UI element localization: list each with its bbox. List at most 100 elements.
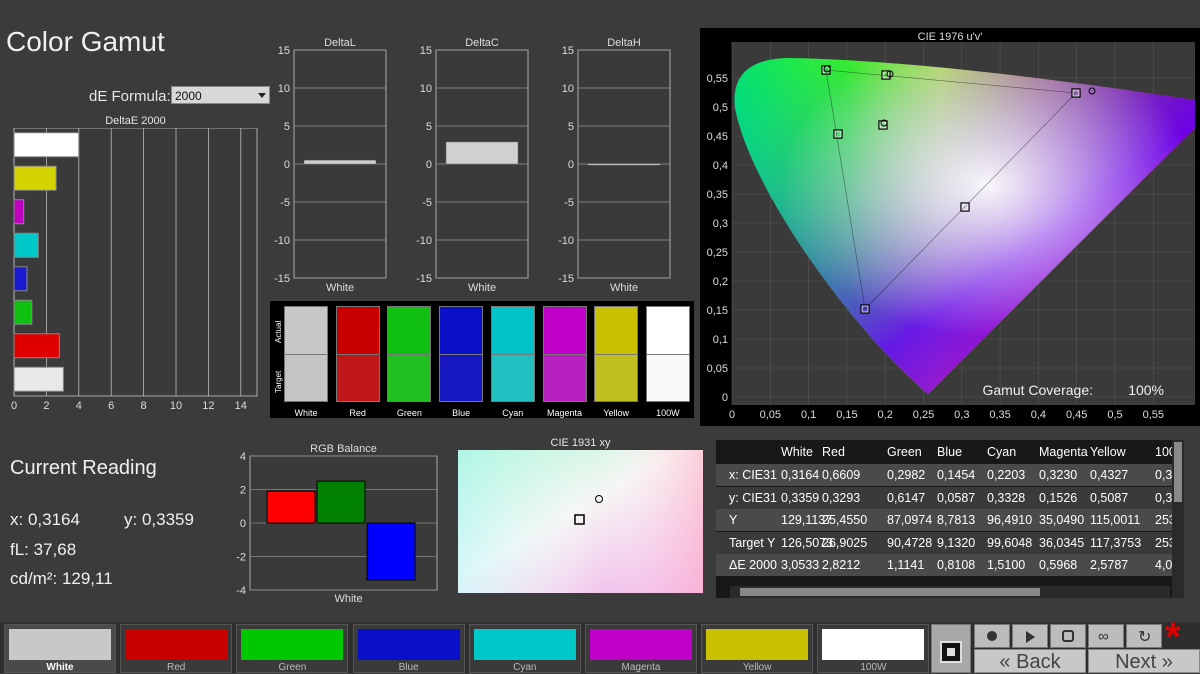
cie1976-x-tick: 0,2: [878, 409, 893, 421]
table-header-cell: Blue: [937, 445, 963, 459]
tab-100w[interactable]: 100W: [817, 624, 930, 673]
tab-label: Yellow: [742, 662, 772, 673]
swatch-label: 100W: [656, 408, 680, 418]
table-cell: 25,4550: [822, 513, 868, 527]
deltae-tick-label: 10: [170, 400, 182, 412]
gamut-coverage-label: Gamut Coverage:: [983, 382, 1094, 398]
cie1976-y-tick: 0: [722, 392, 728, 404]
table-cell: 0,31: [1155, 468, 1172, 482]
rgb-bar: [316, 480, 366, 524]
table-header-cell: 100W: [1155, 445, 1172, 459]
rgb-bar: [366, 522, 416, 581]
delta-tick-label: -5: [280, 197, 290, 209]
table-cell: 0,0587: [937, 490, 976, 505]
deltae-bar: [13, 132, 80, 158]
delta-x-label: White: [468, 282, 496, 294]
tab-color-swatch: [357, 629, 460, 660]
deltae-tick-label: 2: [43, 400, 49, 412]
table-header-cell: White: [781, 445, 813, 459]
actual-swatch: [594, 306, 639, 356]
table-cell: 253,: [1155, 535, 1172, 550]
loop-button[interactable]: ∞: [1088, 624, 1124, 648]
stop-icon: [940, 641, 962, 663]
rgb-bar: [266, 490, 316, 524]
table-row: ΔE 2000 3,0533 2,8212 1,1141 0,8108 1,5100 0,5…: [716, 554, 1172, 576]
tab-yellow[interactable]: Yellow: [701, 624, 814, 673]
actual-swatch: [490, 306, 535, 356]
target-swatch: [490, 354, 535, 402]
tab-label: White: [46, 662, 74, 673]
de-formula-value: 2000: [175, 89, 202, 103]
table-cell: 1,1141: [887, 558, 925, 572]
cie1976-x-tick: 0,05: [760, 409, 781, 421]
table-row-label: x: CIE31: [729, 468, 777, 482]
refresh-button[interactable]: ↻: [1126, 624, 1162, 648]
delta-x-label: White: [610, 282, 638, 294]
delta-tick-label: -5: [422, 197, 432, 209]
table-cell: 253,: [1155, 513, 1172, 527]
table-row-label: y: CIE31: [729, 490, 777, 505]
rgb-balance-title: RGB Balance: [310, 443, 377, 455]
deltae-bar: [13, 232, 39, 258]
target-swatch: [387, 354, 432, 402]
cie1976-x-tick: 0,25: [913, 409, 934, 421]
target-swatch: [594, 354, 639, 402]
next-button[interactable]: Next »: [1088, 649, 1200, 673]
gamut-coverage-value: 100%: [1128, 382, 1164, 398]
tab-label: Red: [167, 662, 186, 673]
delta-tick-label: -10: [274, 235, 290, 247]
delta-tick-label: -15: [558, 273, 574, 285]
delta-tick-label: 10: [562, 83, 574, 95]
deltae-bar: [13, 165, 57, 191]
refresh-icon: ↻: [1138, 629, 1152, 646]
cie1976-y-tick: 0,05: [707, 363, 728, 375]
hold-button[interactable]: [1050, 624, 1086, 648]
stop-button[interactable]: [931, 624, 971, 673]
tab-red[interactable]: Red: [120, 624, 233, 673]
delta-tick-label: -5: [564, 197, 574, 209]
actual-swatch: [284, 306, 328, 356]
deltae-tick-label: 8: [141, 400, 147, 412]
back-button[interactable]: « Back: [974, 649, 1086, 673]
cie-1931-chart: [458, 450, 703, 593]
deltae-bar: [13, 199, 25, 225]
record-stop-button[interactable]: [974, 624, 1010, 648]
table-cell: 0,5087: [1090, 490, 1129, 505]
de-formula-select[interactable]: 2000: [171, 86, 270, 104]
delta-tick-label: 0: [426, 159, 432, 171]
table-cell: 35,0490: [1039, 513, 1085, 527]
tab-cyan[interactable]: Cyan: [468, 624, 581, 673]
play-button[interactable]: [1012, 624, 1048, 648]
deltae-tick-label: 4: [76, 400, 82, 412]
table-header-cell: Green: [887, 445, 922, 459]
deltae-chart-title: DeltaE 2000: [105, 115, 166, 127]
tab-magenta[interactable]: Magenta: [585, 624, 697, 673]
deltae-tick-label: 12: [202, 400, 214, 412]
delta-tick-label: -10: [416, 235, 432, 247]
table-cell: 0,3359: [781, 490, 820, 505]
rgb-tick-label: 0: [240, 518, 246, 530]
cie1976-x-tick: 0,3: [954, 409, 969, 421]
cie1976-y-tick: 0,3: [713, 218, 728, 230]
table-cell: 0,3164: [781, 468, 820, 482]
table-vertical-scrollbar[interactable]: [1172, 440, 1184, 598]
table-horizontal-scrollbar[interactable]: [730, 586, 1170, 598]
table-header-cell: Yellow: [1090, 445, 1126, 459]
next-arrow-icon: »: [1161, 651, 1173, 673]
deltae-bar: [13, 333, 60, 359]
tab-green[interactable]: Green: [236, 624, 349, 673]
reading-x: x: 0,3164: [10, 510, 80, 529]
target-swatch: [645, 354, 690, 402]
actual-swatch: [387, 306, 432, 356]
table-cell: 115,0011: [1090, 513, 1141, 527]
tab-white[interactable]: White: [4, 624, 116, 673]
delta-tick-label: 10: [278, 83, 290, 95]
tab-label: Green: [278, 662, 307, 673]
target-swatch: [542, 354, 587, 402]
delta-bar: [303, 159, 377, 165]
hold-icon: [1062, 630, 1074, 642]
tab-blue[interactable]: Blue: [352, 624, 465, 673]
table-cell: 3,0533: [781, 558, 820, 572]
cie1976-x-tick: 0,15: [836, 409, 857, 421]
page-title: Color Gamut: [6, 26, 165, 57]
